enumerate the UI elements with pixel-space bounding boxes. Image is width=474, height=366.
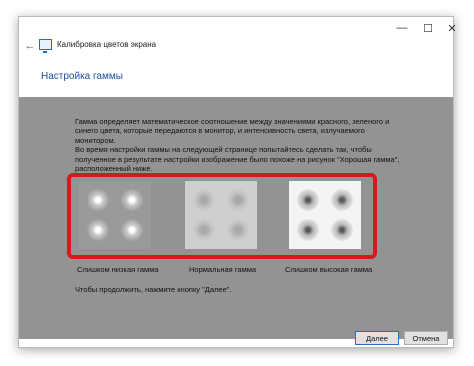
description-line-2: Во время настройки гаммы на следующей ст… — [75, 145, 400, 174]
title-bar: — ☐ ✕ ← Калибровка цветов экрана — [19, 17, 457, 59]
calibration-window: — ☐ ✕ ← Калибровка цветов экрана Настрой… — [18, 16, 457, 348]
close-button[interactable]: ✕ — [439, 19, 465, 37]
content-area: Гамма определяет математическое соотноше… — [19, 97, 453, 339]
caption-high-gamma: Слишком высокая гамма — [285, 265, 373, 274]
page-title: Настройка гаммы — [41, 71, 123, 82]
cancel-button[interactable]: Отмена — [404, 331, 448, 345]
window-title: Калибровка цветов экрана — [57, 40, 157, 49]
caption-normal-gamma: Нормальная гамма — [189, 265, 257, 274]
highlight-frame — [67, 173, 377, 259]
minimize-button[interactable]: — — [389, 19, 415, 37]
description-text: Гамма определяет математическое соотноше… — [75, 117, 405, 173]
maximize-button[interactable]: ☐ — [415, 19, 441, 37]
description-line-1: Гамма определяет математическое соотноше… — [75, 117, 390, 145]
page-header: Настройка гаммы — [19, 59, 453, 97]
monitor-icon — [39, 39, 52, 53]
next-button[interactable]: Далее — [355, 331, 399, 345]
back-arrow-icon[interactable]: ← — [23, 39, 37, 53]
continue-instructions: Чтобы продолжить, нажмите кнопку "Далее"… — [75, 285, 232, 294]
caption-low-gamma: Слишком низкая гамма — [77, 265, 159, 274]
